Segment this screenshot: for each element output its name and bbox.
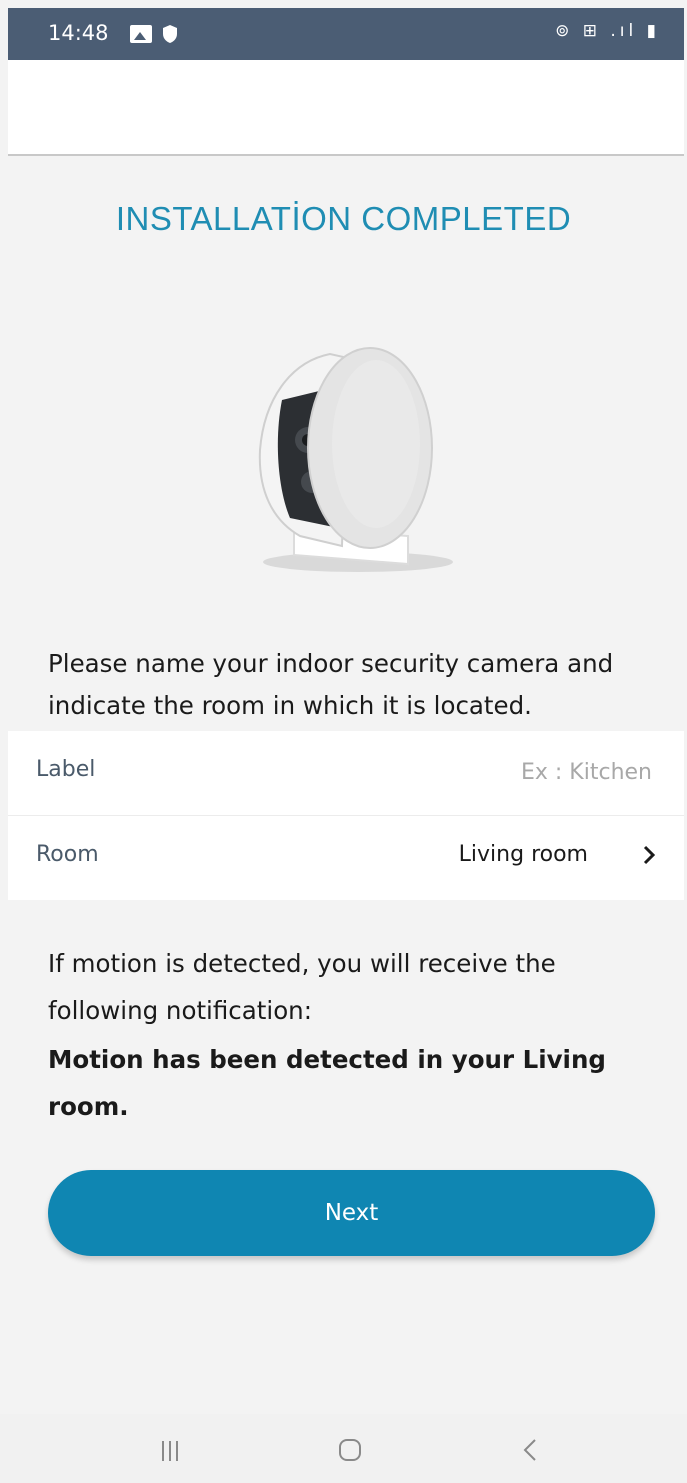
system-status-icons: ⊚ ⊞ .ıl ▮ [555,21,660,41]
chevron-right-icon [642,844,656,870]
notification-message: Motion has been detected in your Living … [48,1045,606,1121]
next-button[interactable]: Next [48,1170,655,1256]
label-field-label: Label [36,757,96,782]
system-nav-bar [0,1414,687,1483]
camera-image [258,347,453,572]
gallery-icon [130,25,152,43]
room-row[interactable]: Room Living room [8,816,684,900]
screen: 14:48 ⊚ ⊞ .ıl ▮ INSTALLATİON COMPLETED P… [0,0,687,1483]
instructions-text: Please name your indoor security camera … [48,649,614,720]
notification-notice: If motion is detected, you will receive … [48,940,658,1130]
shield-icon [162,24,178,48]
label-row[interactable]: Label [8,731,684,816]
room-field-label: Room [36,842,99,867]
status-bar: 14:48 ⊚ ⊞ .ıl ▮ [8,8,684,60]
back-icon[interactable] [522,1438,538,1466]
recents-icon[interactable] [160,1440,180,1466]
notice-text: If motion is detected, you will receive … [48,949,556,1025]
label-input[interactable] [350,751,654,793]
status-time: 14:48 [48,21,109,45]
app-header [8,60,684,156]
room-value: Living room [458,842,588,867]
page-title: INSTALLATİON COMPLETED [115,200,572,237]
home-icon[interactable] [339,1439,361,1461]
